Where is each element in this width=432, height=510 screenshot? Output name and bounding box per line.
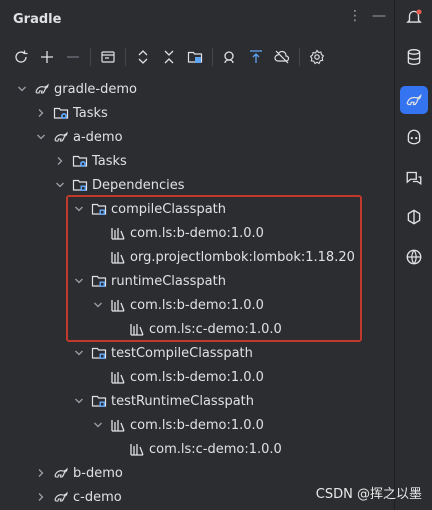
tree-row-label: gradle-demo — [54, 81, 137, 97]
chevron-down-icon[interactable] — [90, 417, 106, 433]
library-icon — [110, 369, 126, 385]
tree-row-label: a-demo — [73, 129, 123, 145]
tree-row[interactable]: testCompileClasspath — [0, 341, 394, 365]
library-icon — [110, 417, 126, 433]
database-icon[interactable] — [403, 46, 425, 68]
settings-icon[interactable] — [306, 46, 328, 68]
gradle-icon — [53, 465, 69, 481]
chevron-right-icon[interactable] — [52, 153, 68, 169]
scroll-to-icon[interactable] — [245, 46, 267, 68]
gradle-icon — [53, 129, 69, 145]
library-icon — [129, 441, 145, 457]
tree-row-label: c-demo — [73, 489, 122, 505]
analyze-icon[interactable] — [219, 46, 241, 68]
gradle-icon — [34, 81, 50, 97]
tree-row-label: com.ls:b-demo:1.0.0 — [130, 369, 264, 385]
tree-row[interactable]: com.ls:b-demo:1.0.0 — [0, 365, 394, 389]
tree-row-label: Tasks — [73, 105, 108, 121]
right-tool-strip — [394, 0, 432, 510]
tree-row[interactable]: Tasks — [0, 149, 394, 173]
copilot-icon[interactable] — [403, 126, 425, 148]
chevron-down-icon[interactable] — [52, 177, 68, 193]
web-icon[interactable] — [403, 246, 425, 268]
tree-row[interactable]: Tasks — [0, 101, 394, 125]
tree-row-label: Dependencies — [92, 177, 185, 193]
dependencies-folder-icon — [72, 177, 88, 193]
tree-row-label: com.ls:b-demo:1.0.0 — [130, 417, 264, 433]
minimize-icon[interactable]: — — [372, 8, 386, 24]
dev-icon[interactable] — [403, 206, 425, 228]
notifications-icon[interactable] — [403, 6, 425, 28]
expand-all-icon[interactable] — [132, 46, 154, 68]
tree-row[interactable]: Dependencies — [0, 173, 394, 197]
title-actions: ⋮ — — [348, 8, 386, 24]
toolbar-separator — [212, 48, 213, 66]
dependencies-folder-icon — [91, 345, 107, 361]
chat-icon[interactable] — [403, 166, 425, 188]
collapse-all-icon[interactable] — [158, 46, 180, 68]
watermark: CSDN @挥之以墨 — [315, 487, 422, 502]
chevron-right-icon[interactable] — [33, 105, 49, 121]
tree-row[interactable]: com.ls:c-demo:1.0.0 — [0, 437, 394, 461]
gradle-icon[interactable] — [400, 86, 428, 114]
toolbar-separator — [299, 48, 300, 66]
dependencies-icon[interactable] — [184, 46, 206, 68]
chevron-right-icon[interactable] — [33, 489, 49, 505]
refresh-icon[interactable] — [10, 46, 32, 68]
tree-row-label: b-demo — [73, 465, 123, 481]
tree-row[interactable]: gradle-demo — [0, 77, 394, 101]
tasks-folder-icon — [53, 105, 69, 121]
tree-row-label: Tasks — [92, 153, 127, 169]
title-bar: Gradle ⋮ — — [0, 0, 394, 38]
run-task-icon[interactable] — [97, 46, 119, 68]
tree-row[interactable]: testRuntimeClasspath — [0, 389, 394, 413]
toolbar-separator — [125, 48, 126, 66]
dependencies-folder-icon — [91, 393, 107, 409]
tree-row[interactable]: b-demo — [0, 461, 394, 485]
offline-icon[interactable] — [271, 46, 293, 68]
tree-row-label: com.ls:c-demo:1.0.0 — [149, 441, 282, 457]
chevron-down-icon[interactable] — [71, 345, 87, 361]
chevron-down-icon[interactable] — [71, 393, 87, 409]
tree-row-label: testCompileClasspath — [111, 345, 253, 361]
tree-row[interactable]: a-demo — [0, 125, 394, 149]
chevron-right-icon[interactable] — [33, 465, 49, 481]
tree-row[interactable]: com.ls:b-demo:1.0.0 — [0, 413, 394, 437]
gradle-icon — [53, 489, 69, 505]
remove-icon[interactable] — [62, 46, 84, 68]
chevron-down-icon[interactable] — [14, 81, 30, 97]
gradle-tool-window: Gradle ⋮ — gradle-demo Tasks a-demo Tasks De… — [0, 0, 394, 510]
chevron-down-icon[interactable] — [33, 129, 49, 145]
toolbar-separator — [90, 48, 91, 66]
more-vertical-icon[interactable]: ⋮ — [348, 8, 362, 24]
panel-title: Gradle — [13, 11, 62, 27]
toolbar — [0, 42, 394, 72]
highlight-box — [66, 195, 362, 342]
tasks-folder-icon — [72, 153, 88, 169]
add-icon[interactable] — [36, 46, 58, 68]
tree-row-label: testRuntimeClasspath — [111, 393, 255, 409]
